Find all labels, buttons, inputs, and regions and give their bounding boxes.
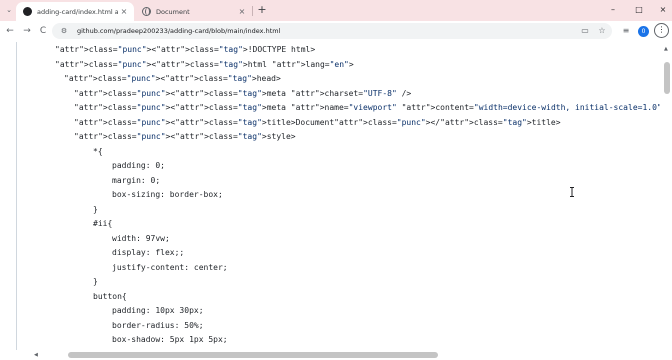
globe-icon bbox=[142, 7, 151, 16]
code-line: margin: 0; bbox=[112, 175, 161, 185]
code-line: padding: 0; bbox=[112, 161, 165, 170]
scroll-left-icon[interactable]: ◀ bbox=[34, 350, 38, 360]
code-line: border-radius: 50%; bbox=[112, 320, 204, 330]
code-line: *{ bbox=[93, 146, 103, 156]
tab-close-icon[interactable]: × bbox=[118, 7, 130, 16]
window-close-icon[interactable]: × bbox=[656, 3, 670, 17]
code-line: "attr">class="punc"><"attr">class="tag">… bbox=[74, 132, 296, 141]
tab-search-icon[interactable]: ⌄ bbox=[4, 4, 14, 16]
code-line: "attr">class="punc"><"attr">class="tag">… bbox=[64, 74, 281, 83]
text-cursor-icon bbox=[570, 187, 574, 197]
code-viewer: "attr">class="punc"><"attr">class="tag">… bbox=[0, 42, 672, 360]
forward-button[interactable]: → bbox=[21, 25, 33, 37]
site-info-icon[interactable]: ⚙ bbox=[59, 26, 69, 36]
code-line: button{ bbox=[93, 291, 127, 301]
extensions-icon[interactable]: ≡ bbox=[620, 25, 632, 37]
tab-document[interactable]: Document × bbox=[134, 2, 252, 21]
install-app-icon[interactable]: ▭ bbox=[580, 26, 590, 36]
code-line: display: flex;; bbox=[112, 248, 185, 257]
browser-toolbar: ← → C ⚙ github.com/pradeep200233/adding-… bbox=[0, 21, 672, 42]
bookmark-star-icon[interactable]: ☆ bbox=[597, 26, 607, 36]
code-block[interactable]: "attr">class="punc"><"attr">class="tag">… bbox=[0, 42, 660, 350]
code-line: } bbox=[93, 277, 98, 286]
back-button[interactable]: ← bbox=[4, 25, 16, 37]
browser-menu-icon[interactable]: ⋮ bbox=[654, 23, 669, 38]
code-line: "attr">class="punc"><"attr">class="tag">… bbox=[74, 117, 561, 127]
tab-strip: ⌄ adding-card/index.html at mai × Docume… bbox=[0, 0, 672, 21]
reload-button[interactable]: C bbox=[37, 25, 49, 37]
code-line: "attr">class="punc"><"attr">class="tag">… bbox=[74, 103, 660, 112]
tab-title: adding-card/index.html at mai bbox=[37, 7, 118, 16]
url-text[interactable]: github.com/pradeep200233/adding-card/blo… bbox=[77, 23, 280, 39]
code-line: width: 97vw; bbox=[112, 233, 170, 243]
code-line: } bbox=[93, 204, 98, 214]
tab-divider bbox=[252, 6, 253, 16]
vertical-scroll-thumb[interactable] bbox=[664, 62, 670, 94]
new-tab-button[interactable]: + bbox=[256, 4, 268, 16]
horizontal-scrollbar[interactable]: ◀ bbox=[0, 350, 672, 360]
maximize-icon[interactable]: □ bbox=[632, 3, 646, 17]
code-line: justify-content: center; bbox=[112, 262, 228, 272]
tab-close-icon[interactable]: × bbox=[236, 7, 248, 16]
code-line: #ii{ bbox=[93, 219, 113, 228]
code-line: "attr">class="punc"><"attr">class="tag">… bbox=[55, 59, 354, 69]
github-icon bbox=[23, 7, 32, 16]
scroll-up-icon[interactable]: ▲ bbox=[664, 46, 668, 52]
tab-title: Document bbox=[156, 7, 190, 16]
code-line: box-shadow: 5px 1px 5px; bbox=[112, 335, 228, 344]
code-line: "attr">class="punc"><"attr">class="tag">… bbox=[74, 88, 412, 98]
code-line: box-sizing: border-box; bbox=[112, 190, 223, 199]
vertical-scrollbar[interactable]: ▲ bbox=[662, 42, 672, 350]
minimize-icon[interactable]: – bbox=[606, 3, 620, 17]
tab-github-index[interactable]: adding-card/index.html at mai × bbox=[16, 2, 134, 21]
code-line: padding: 10px 30px; bbox=[112, 306, 204, 315]
code-line: "attr">class="punc"><"attr">class="tag">… bbox=[55, 45, 316, 54]
profile-avatar[interactable]: 0 bbox=[638, 26, 649, 37]
address-bar[interactable]: ⚙ github.com/pradeep200233/adding-card/b… bbox=[52, 23, 612, 39]
horizontal-scroll-thumb[interactable] bbox=[68, 352, 438, 358]
